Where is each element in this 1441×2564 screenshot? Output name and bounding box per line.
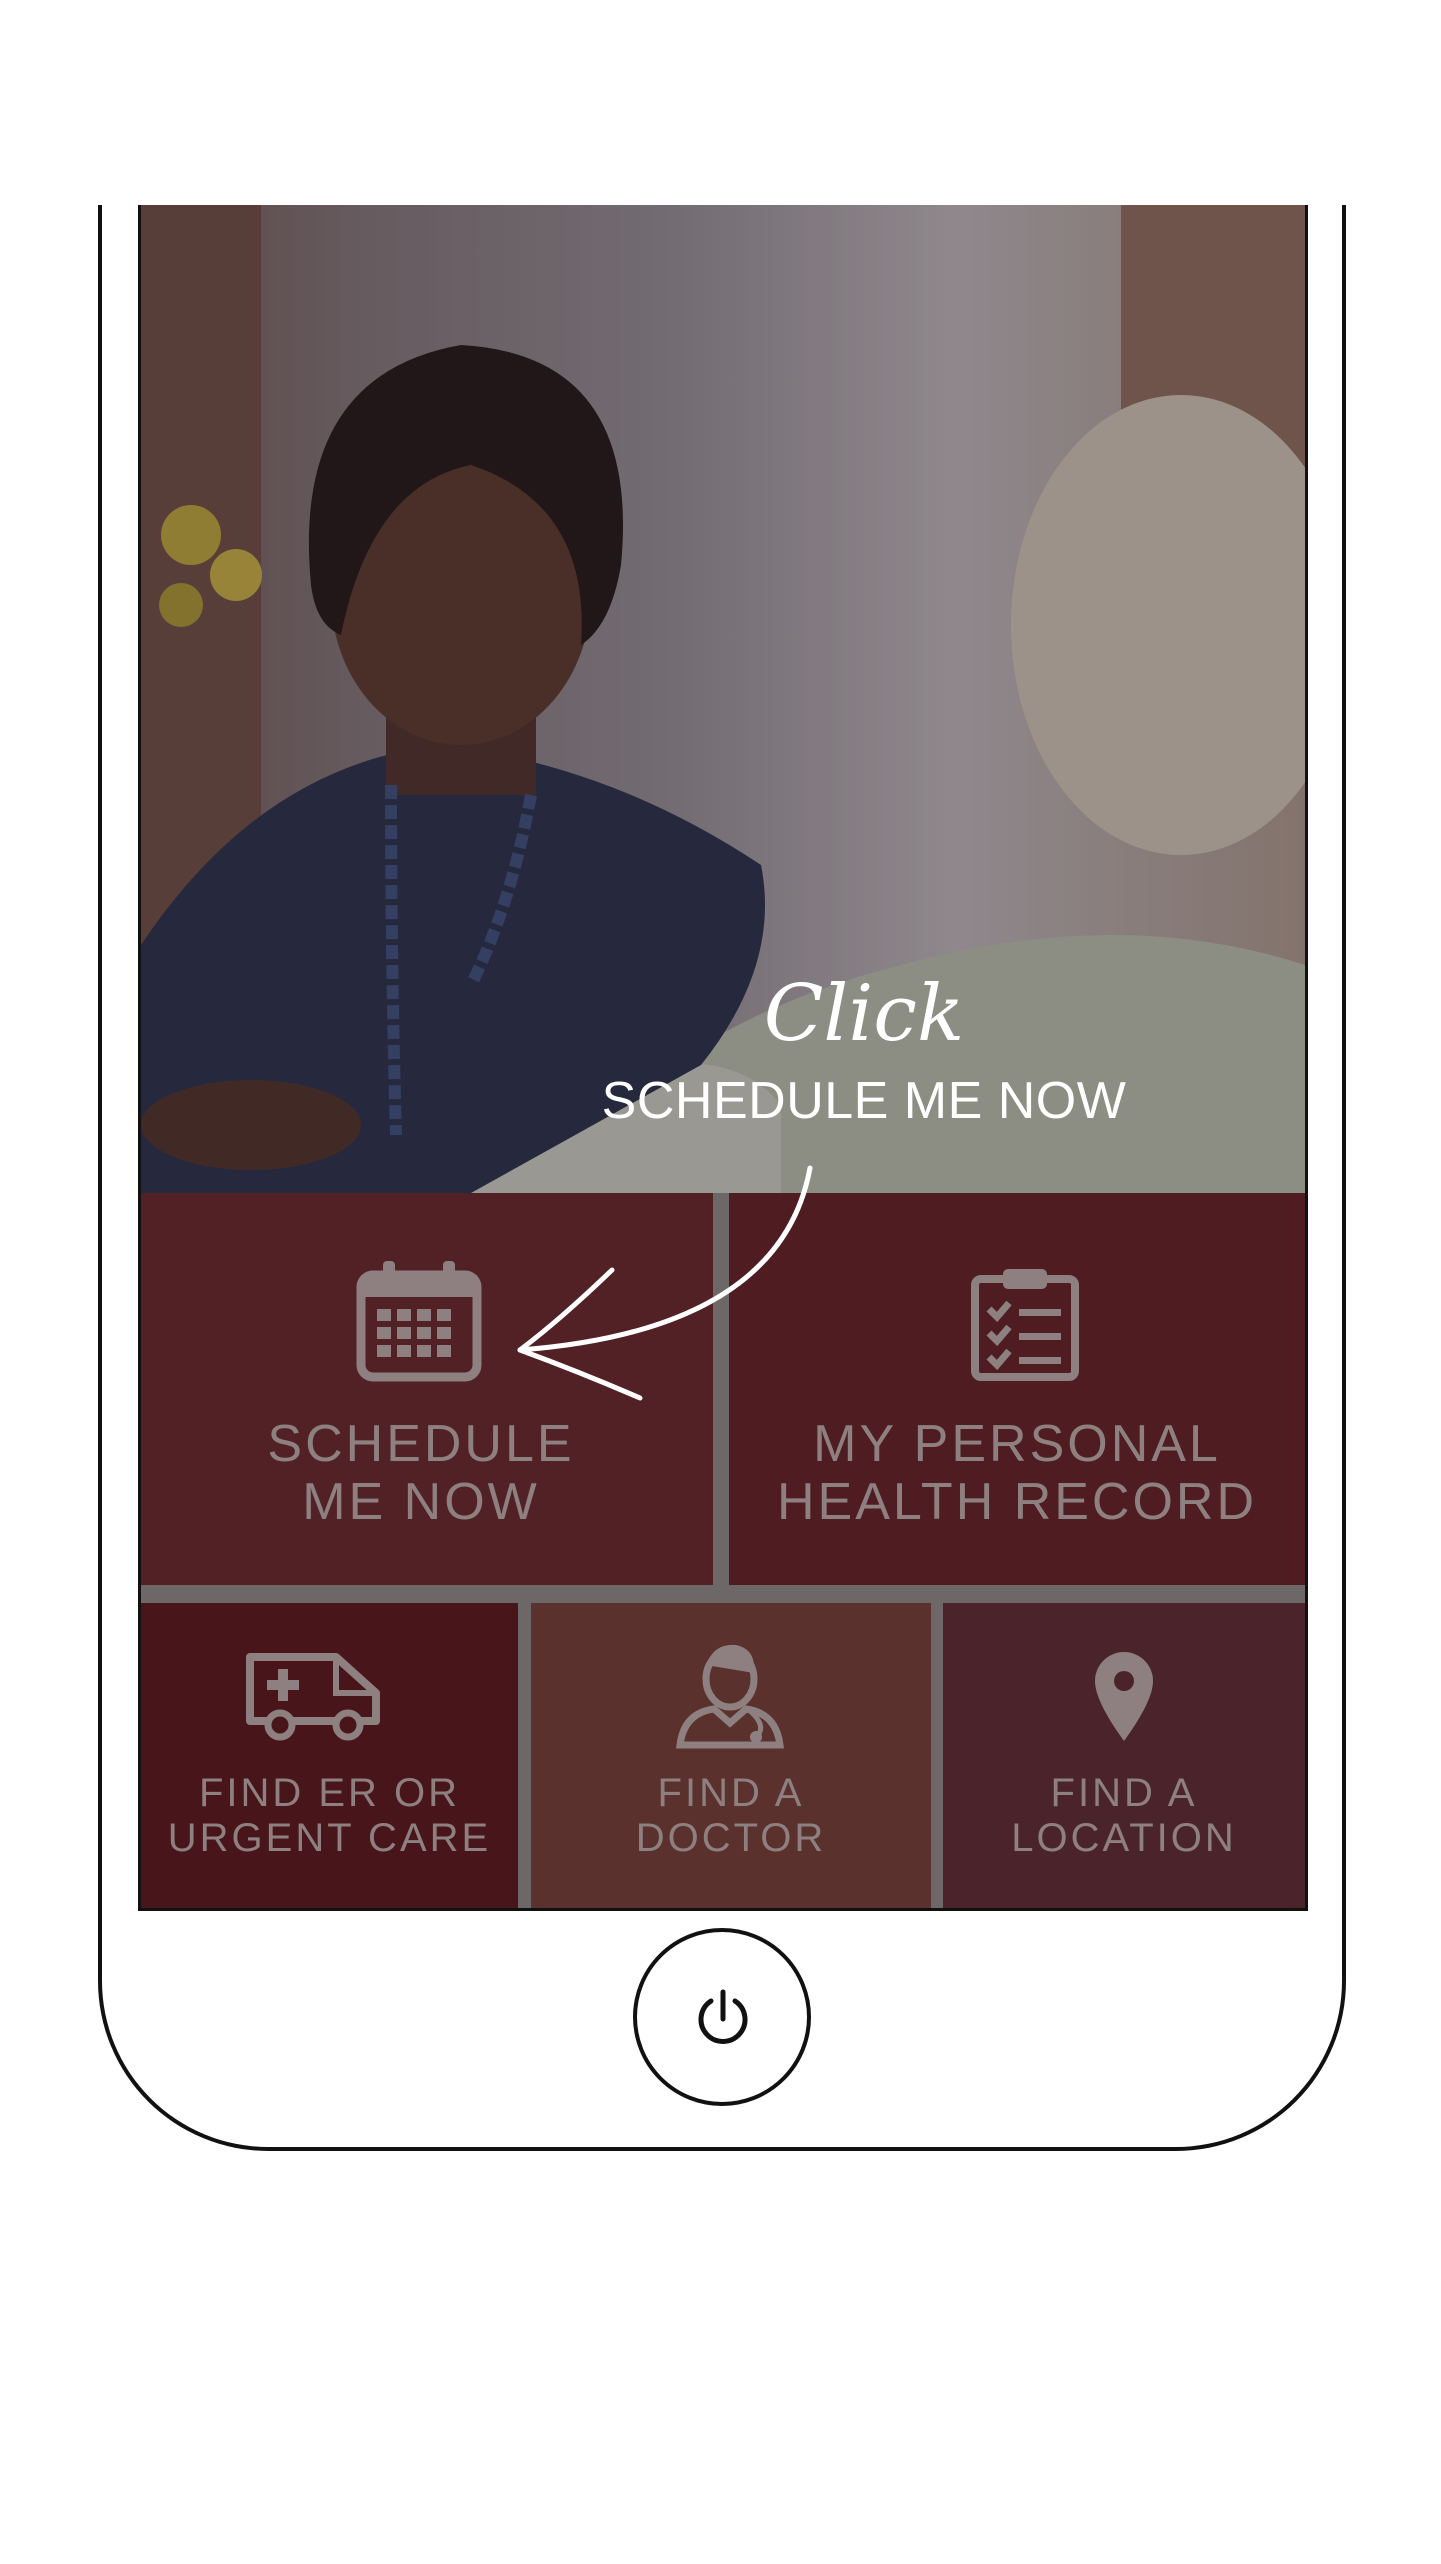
- er-tile-label-line2: URGENT CARE: [167, 1815, 492, 1860]
- location-tile-label-line2: LOCATION: [1011, 1815, 1237, 1860]
- ambulance-icon: [246, 1653, 380, 1741]
- schedule-tile-label-line1: SCHEDULE: [267, 1415, 575, 1473]
- location-tile-label-line1: FIND A: [1050, 1771, 1198, 1815]
- doctor-icon: [676, 1644, 784, 1749]
- record-tile-label-line2: HEALTH RECORD: [776, 1473, 1258, 1532]
- record-tile-label-line1: MY PERSONAL: [813, 1415, 1221, 1473]
- doctor-tile-label-line1: FIND A: [657, 1771, 805, 1815]
- hero-photo: Click SCHEDULE ME NOW: [141, 205, 1305, 1193]
- app-screen: Click SCHEDULE ME NOW SCHEDULE ME NOW MY…: [138, 205, 1308, 1911]
- power-icon: [698, 1989, 748, 2044]
- personal-health-record-tile[interactable]: MY PERSONAL HEALTH RECORD: [729, 1193, 1305, 1585]
- find-er-urgent-care-tile[interactable]: FIND ER OR URGENT CARE: [141, 1603, 518, 1908]
- doctor-tile-label-line2: DOCTOR: [635, 1815, 827, 1860]
- calendar-icon: [356, 1261, 482, 1382]
- find-a-location-tile[interactable]: FIND A LOCATION: [943, 1603, 1305, 1908]
- map-pin-icon: [1095, 1652, 1153, 1741]
- er-tile-label-line1: FIND ER OR: [198, 1771, 461, 1815]
- callout-click-text: Click: [763, 969, 965, 1059]
- find-a-doctor-tile[interactable]: FIND A DOCTOR: [531, 1603, 931, 1908]
- home-button[interactable]: [633, 1928, 811, 2106]
- clipboard-checklist-icon: [971, 1269, 1079, 1381]
- callout-instruction: SCHEDULE ME NOW: [601, 1072, 1127, 1130]
- schedule-tile-label-line2: ME NOW: [302, 1473, 540, 1532]
- schedule-me-now-tile[interactable]: SCHEDULE ME NOW: [141, 1193, 713, 1585]
